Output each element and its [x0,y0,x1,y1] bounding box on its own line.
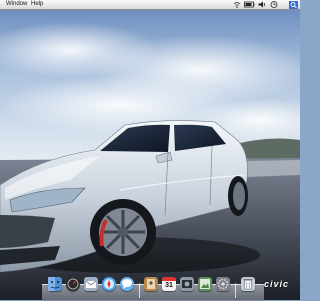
ical-day: 31 [165,282,173,289]
dock-separator [235,283,236,298]
clock-icon[interactable] [270,1,278,8]
desktop-wallpaper [0,10,300,300]
photo-booth-icon[interactable] [180,277,194,291]
dock-separator [139,283,140,298]
mail-icon[interactable] [84,277,98,291]
preview-icon[interactable] [198,277,212,291]
dashboard-icon[interactable] [66,277,80,291]
spotlight-icon[interactable] [289,1,298,9]
finder-icon[interactable] [48,277,62,291]
address-book-icon[interactable] [144,277,158,291]
volume-icon[interactable] [258,1,266,8]
system-preferences-icon[interactable] [216,277,230,291]
wallpaper-brand-text: civic [264,279,290,289]
ichat-icon[interactable] [120,277,134,291]
dock: 31 [42,277,264,301]
wallpaper-image [0,10,300,300]
menu-window[interactable]: Window [6,0,27,9]
trash-icon[interactable] [241,277,255,291]
menu-bar: Window Help [0,0,300,10]
wifi-icon[interactable] [233,1,241,8]
safari-icon[interactable] [102,277,116,291]
ical-icon[interactable]: 31 [162,277,176,291]
battery-icon[interactable] [244,1,255,8]
menu-help[interactable]: Help [31,0,43,9]
